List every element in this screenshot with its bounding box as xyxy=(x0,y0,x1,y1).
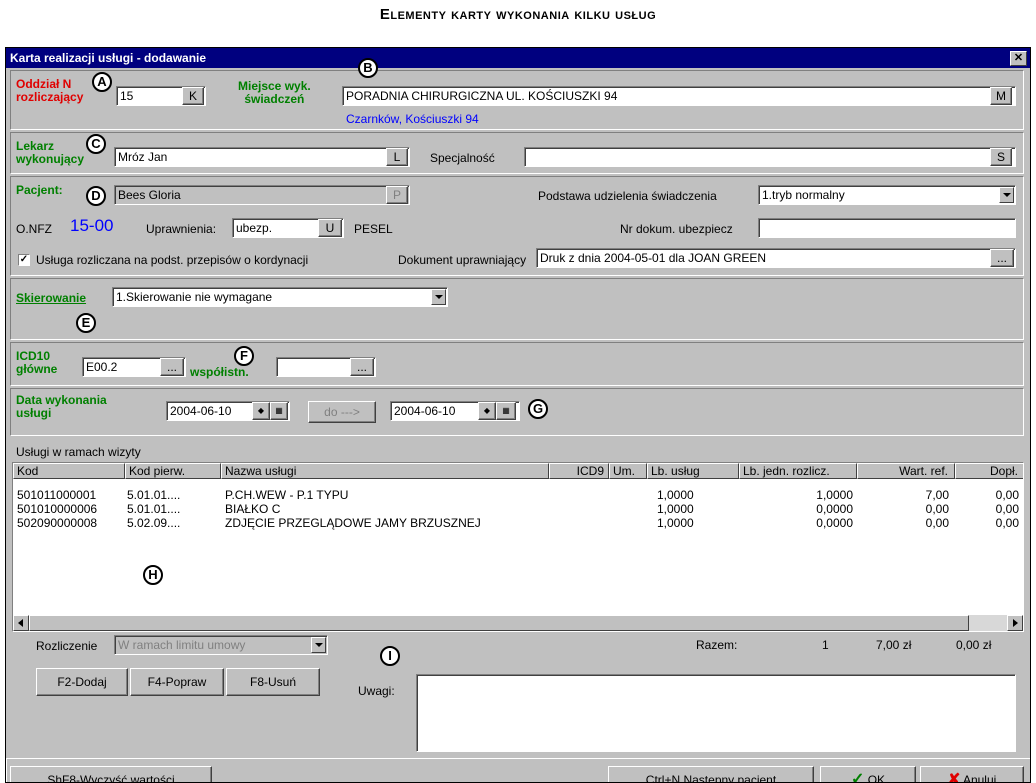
chevron-down-icon[interactable] xyxy=(999,187,1014,203)
uprawnienia-u-button[interactable]: U xyxy=(318,219,342,237)
close-button[interactable]: ✕ xyxy=(1010,51,1027,66)
marker-g: G xyxy=(528,399,548,419)
date-to-calendar-icon[interactable]: ▦ xyxy=(496,402,516,420)
uslugi-list[interactable]: Kod Kod pierw. Nazwa usługi ICD9 Um. Lb.… xyxy=(12,462,1024,632)
razem-sum1: 7,00 zł xyxy=(876,638,912,652)
col-header-lb-jedn[interactable]: Lb. jedn. rozlicz. xyxy=(739,463,857,479)
onfz-value: 15-00 xyxy=(70,216,114,235)
popraw-button[interactable]: F4-Popraw xyxy=(130,668,224,696)
miejsce-address: Czarnków, Kościuszki 94 xyxy=(346,112,479,126)
check-icon: ✓ xyxy=(850,771,865,783)
col-header-nazwa[interactable]: Nazwa usługi xyxy=(221,463,549,479)
marker-h: H xyxy=(143,565,163,585)
uslugi-title: Usługi w ramach wizyty xyxy=(16,445,141,459)
chevron-down-icon[interactable] xyxy=(311,637,326,653)
wspolistn-label: współistn. xyxy=(190,365,249,379)
pacjent-p-button[interactable]: P xyxy=(386,186,408,204)
anuluj-button[interactable]: ✘ Anuluj xyxy=(920,766,1024,783)
miejsce-input[interactable]: PORADNIA CHIRURGICZNA UL. KOŚCIUSZKI 94 xyxy=(342,86,1016,106)
col-header-um[interactable]: Um. xyxy=(609,463,647,479)
dokument-input[interactable]: Druk z dnia 2004-05-01 dla JOAN GREEN xyxy=(536,248,1016,268)
close-icon: ✘ xyxy=(947,771,961,783)
date-from-spinner[interactable]: ◆ xyxy=(252,402,270,420)
lekarz-l-button[interactable]: L xyxy=(386,148,408,166)
nastepny-pacjent-button[interactable]: Ctrl+N Następny pacjent xyxy=(608,766,814,782)
scroll-thumb[interactable] xyxy=(29,615,969,631)
page-title: Elementy karty wykonania kilku usług xyxy=(379,6,657,23)
col-header-wart-ref[interactable]: Wart. ref. xyxy=(857,463,955,479)
miejsce-label: Miejsce wyk. świadczeń xyxy=(238,79,311,106)
marker-i: I xyxy=(380,646,400,666)
marker-b: B xyxy=(358,58,378,78)
marker-d: D xyxy=(86,186,106,206)
specjalnosc-label: Specjalność xyxy=(430,151,495,165)
icd10-more-button[interactable]: ... xyxy=(160,358,184,376)
onfz-label: O.NFZ xyxy=(16,222,52,236)
uprawnienia-label: Uprawnienia: xyxy=(146,222,217,236)
kordynacja-checkbox[interactable]: ✓ xyxy=(18,254,30,266)
nr-dokum-label: Nr dokum. ubezpiecz xyxy=(620,222,733,236)
wspolistn-more-button[interactable]: ... xyxy=(350,358,374,376)
podstawa-label: Podstawa udzielenia świadczenia xyxy=(538,189,717,203)
wyczysc-button[interactable]: ShF8-Wyczyść wartości xyxy=(10,766,212,782)
kordynacja-label: Usługa rozliczana na podst. przepisów o … xyxy=(36,253,309,267)
podstawa-select[interactable]: 1.tryb normalny xyxy=(758,185,1016,205)
dodaj-button[interactable]: F2-Dodaj xyxy=(36,668,128,696)
table-row[interactable]: 501010000006 5.01.01.... BIAŁKO C 1,0000… xyxy=(13,503,1023,517)
pacjent-label: Pacjent: xyxy=(16,183,63,197)
date-to-button[interactable]: do ---> xyxy=(308,401,376,423)
window-titlebar: Karta realizacji usługi - dodawanie ✕ xyxy=(6,48,1030,68)
uwagi-textarea[interactable] xyxy=(416,674,1016,752)
col-header-lb-uslug[interactable]: Lb. usług xyxy=(647,463,739,479)
specjalnosc-input[interactable] xyxy=(524,147,1016,167)
ok-button[interactable]: ✓ OK xyxy=(820,766,916,783)
skierowanie-select[interactable]: 1.Skierowanie nie wymagane xyxy=(112,287,448,307)
date-from-calendar-icon[interactable]: ▦ xyxy=(270,402,288,420)
col-header-kod-pierw[interactable]: Kod pierw. xyxy=(125,463,221,479)
horizontal-scrollbar[interactable] xyxy=(13,615,1023,631)
chevron-down-icon[interactable] xyxy=(431,289,446,305)
nr-dokum-input[interactable] xyxy=(758,218,1016,238)
oddzial-label: Oddział Nrozliczający xyxy=(16,77,84,104)
uwagi-label: Uwagi: xyxy=(358,684,395,698)
skierowanie-label: Skierowanie xyxy=(16,291,87,305)
marker-c: C xyxy=(86,134,106,154)
usun-button[interactable]: F8-Usuń xyxy=(226,668,320,696)
razem-label: Razem: xyxy=(696,638,738,652)
date-to-spinner[interactable]: ◆ xyxy=(478,402,496,420)
specjalnosc-s-button[interactable]: S xyxy=(990,148,1012,166)
col-header-dopl[interactable]: Dopł. xyxy=(955,463,1023,479)
col-header-icd9[interactable]: ICD9 xyxy=(549,463,609,479)
razem-count: 1 xyxy=(822,638,829,652)
marker-e: E xyxy=(76,313,96,333)
pacjent-input[interactable]: Bees Gloria xyxy=(114,185,410,205)
data-wykonania-label: Data wykonania usługi xyxy=(16,393,107,420)
miejsce-m-button[interactable]: M xyxy=(990,87,1012,105)
lekarz-input[interactable]: Mróz Jan xyxy=(114,147,410,167)
table-row[interactable]: 502090000008 5.02.09.... ZDJĘCIE PRZEGLĄ… xyxy=(13,517,1023,531)
dokument-label: Dokument uprawniający xyxy=(398,253,527,267)
table-row[interactable]: 501011000001 5.01.01.... P.CH.WEW - P.1 … xyxy=(13,489,1023,503)
scroll-left-icon[interactable] xyxy=(13,615,29,631)
icd10-label: ICD10 główne xyxy=(16,349,58,376)
pesel-label: PESEL xyxy=(354,222,393,236)
rozliczenie-select[interactable]: W ramach limitu umowy xyxy=(114,635,328,655)
dialog-window: Karta realizacji usługi - dodawanie ✕ Od… xyxy=(5,47,1031,783)
dokument-more-button[interactable]: ... xyxy=(990,249,1014,267)
marker-f: F xyxy=(234,346,254,366)
window-title: Karta realizacji usługi - dodawanie xyxy=(10,51,207,65)
lekarz-label: Lekarz wykonujący xyxy=(16,139,85,166)
col-header-kod[interactable]: Kod xyxy=(13,463,125,479)
rozliczenie-label: Rozliczenie xyxy=(36,639,98,653)
razem-sum2: 0,00 zł xyxy=(956,638,992,652)
marker-a: A xyxy=(92,72,112,92)
oddzial-k-button[interactable]: K xyxy=(182,87,204,105)
scroll-right-icon[interactable] xyxy=(1007,615,1023,631)
